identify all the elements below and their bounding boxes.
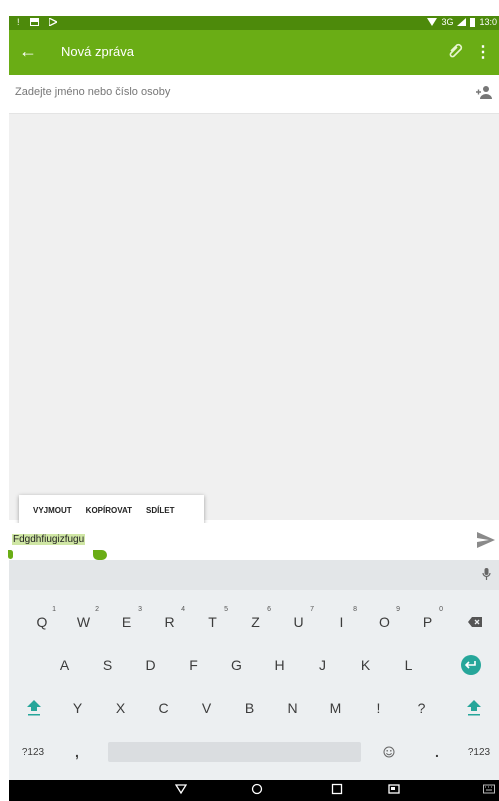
key-row-1: Q1 W2 E3 R4 T5 Z6 U7 I8 O9 P0: [9, 602, 499, 642]
keyboard: Q1 W2 E3 R4 T5 Z6 U7 I8 O9 P0 A S D F G …: [9, 560, 499, 780]
message-input[interactable]: Fdgdhfiugizfugu: [12, 534, 86, 545]
nav-home-icon[interactable]: [251, 783, 263, 795]
mic-icon[interactable]: [482, 568, 491, 580]
key-exclamation[interactable]: !: [357, 688, 400, 728]
navigation-bar: [9, 780, 499, 801]
key-k[interactable]: K: [344, 645, 387, 685]
compose-bar: Fdgdhfiugizfugu: [8, 523, 499, 560]
key-m[interactable]: M: [314, 688, 357, 728]
screenshot-icon[interactable]: [388, 783, 400, 795]
paperclip-icon[interactable]: [447, 41, 465, 59]
nav-recents-icon[interactable]: [331, 783, 343, 795]
send-icon[interactable]: [477, 532, 495, 548]
recipient-bar: [9, 75, 499, 114]
key-s[interactable]: S: [86, 645, 129, 685]
key-e[interactable]: E3: [105, 602, 148, 642]
key-w[interactable]: W2: [62, 602, 105, 642]
share-action[interactable]: SDÍLET: [132, 506, 174, 515]
key-a[interactable]: A: [43, 645, 86, 685]
key-o[interactable]: O9: [363, 602, 406, 642]
add-person-icon[interactable]: [475, 85, 493, 99]
wifi-icon: [427, 18, 438, 26]
cut-action[interactable]: VYJMOUT: [19, 506, 72, 515]
conversation-area: [9, 114, 499, 520]
key-period[interactable]: .: [417, 732, 457, 772]
space-bar[interactable]: [108, 742, 361, 762]
key-b[interactable]: B: [228, 688, 271, 728]
key-l[interactable]: L: [387, 645, 430, 685]
selection-handle-start[interactable]: [8, 550, 13, 559]
key-f[interactable]: F: [172, 645, 215, 685]
key-comma[interactable]: ,: [57, 732, 97, 772]
clock: 13:0: [479, 17, 497, 27]
recipient-input[interactable]: [13, 85, 437, 99]
alert-icon: !: [17, 17, 20, 27]
image-notification-icon: [29, 18, 39, 26]
signal-icon: [457, 18, 467, 26]
status-bar: ! 3G 13:0: [9, 16, 499, 30]
keyboard-switch-icon[interactable]: [483, 783, 495, 795]
key-h[interactable]: H: [258, 645, 301, 685]
key-g[interactable]: G: [215, 645, 258, 685]
page-title: Nová zpráva: [61, 44, 134, 59]
key-y[interactable]: Y: [56, 688, 99, 728]
shift-icon-right[interactable]: [457, 688, 491, 728]
key-d[interactable]: D: [129, 645, 172, 685]
key-row-4: ?123 , . ?123: [9, 732, 499, 772]
symbols-key-right[interactable]: ?123: [459, 732, 499, 772]
copy-action[interactable]: KOPÍROVAT: [72, 506, 132, 515]
nav-back-icon[interactable]: [175, 783, 187, 795]
key-row-3: Y X C V B N M ! ?: [9, 688, 499, 728]
shift-icon-left[interactable]: [17, 688, 51, 728]
key-row-2: A S D F G H J K L: [9, 645, 499, 685]
key-p[interactable]: P0: [406, 602, 449, 642]
key-n[interactable]: N: [271, 688, 314, 728]
key-c[interactable]: C: [142, 688, 185, 728]
key-v[interactable]: V: [185, 688, 228, 728]
key-question[interactable]: ?: [400, 688, 443, 728]
app-bar: ← Nová zpráva ⋮: [9, 30, 499, 75]
battery-icon: [470, 17, 476, 27]
key-i[interactable]: I8: [320, 602, 363, 642]
text-selection-menu: VYJMOUT KOPÍROVAT SDÍLET: [19, 495, 204, 525]
key-u[interactable]: U7: [277, 602, 320, 642]
key-x[interactable]: X: [99, 688, 142, 728]
enter-icon[interactable]: [453, 645, 489, 685]
key-q[interactable]: Q1: [22, 602, 62, 642]
key-z[interactable]: Z6: [234, 602, 277, 642]
back-arrow-icon[interactable]: ←: [19, 41, 37, 62]
suggestion-strip: [9, 560, 499, 590]
network-type: 3G: [441, 17, 454, 27]
emoji-icon[interactable]: [371, 732, 407, 772]
key-t[interactable]: T5: [191, 602, 234, 642]
key-j[interactable]: J: [301, 645, 344, 685]
selection-handle-end[interactable]: [93, 550, 107, 560]
symbols-key-left[interactable]: ?123: [13, 732, 53, 772]
overflow-menu-icon[interactable]: ⋮: [475, 42, 491, 62]
key-r[interactable]: R4: [148, 602, 191, 642]
play-store-icon: [48, 18, 57, 26]
backspace-icon[interactable]: [457, 602, 493, 642]
